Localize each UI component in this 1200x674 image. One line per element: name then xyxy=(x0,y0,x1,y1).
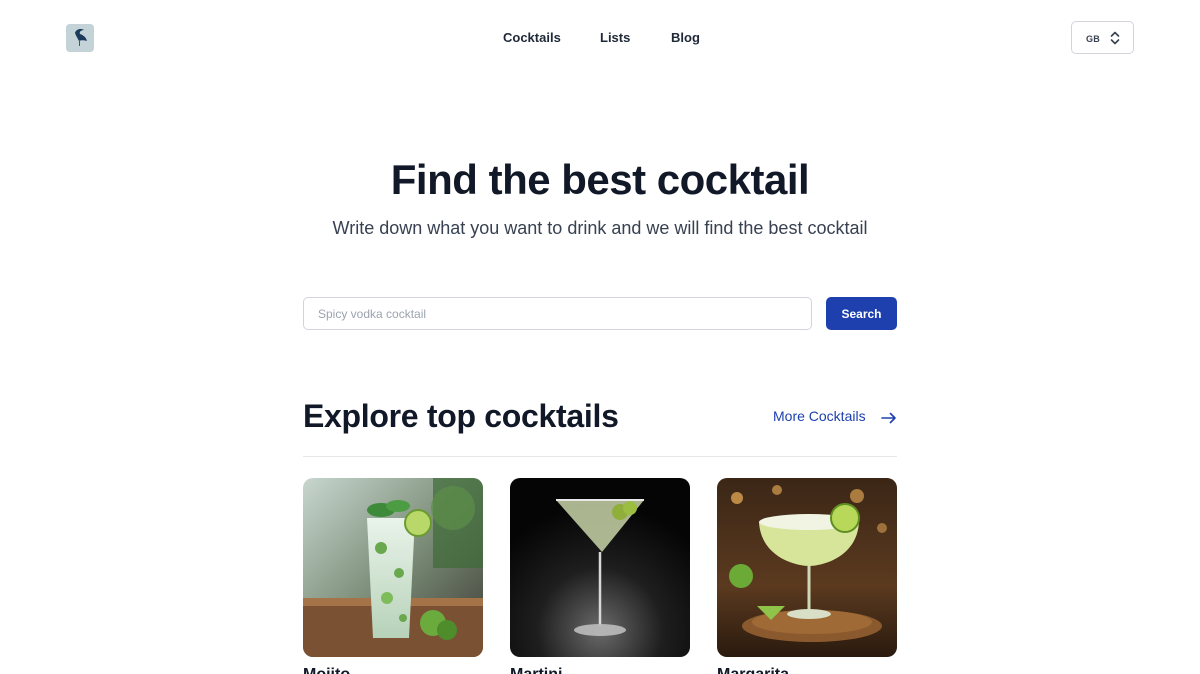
nav-cocktails-link[interactable]: Cocktails xyxy=(503,30,561,45)
nav-lists-link[interactable]: Lists xyxy=(600,30,630,45)
margarita-photo[interactable] xyxy=(717,478,897,657)
cocktail-name: Margarita xyxy=(717,666,789,674)
cocktail-card-martini[interactable]: Martini xyxy=(510,478,690,674)
cocktail-card-margarita[interactable]: Margarita xyxy=(717,478,897,674)
more-cocktails-label: More Cocktails xyxy=(773,408,866,424)
martini-photo[interactable] xyxy=(510,478,690,657)
section-title: Explore top cocktails xyxy=(303,398,619,434)
hero-subtitle: Write down what you want to drink and we… xyxy=(332,218,868,238)
nav-blog-link[interactable]: Blog xyxy=(671,30,700,45)
arrow-right-icon xyxy=(881,412,896,424)
bird-logo-icon[interactable] xyxy=(66,24,94,52)
search-button[interactable]: Search xyxy=(826,297,897,330)
cocktail-name: Martini xyxy=(510,666,562,674)
hero-title: Find the best cocktail xyxy=(390,156,810,203)
language-code: GB xyxy=(1086,34,1101,44)
mojito-photo[interactable] xyxy=(303,478,483,657)
section-divider xyxy=(303,456,897,457)
search-input[interactable] xyxy=(303,297,812,330)
chevron-up-down-icon xyxy=(1110,31,1120,45)
site-header: Cocktails Lists Blog GB xyxy=(0,0,1200,76)
language-select[interactable]: GB xyxy=(1071,21,1134,54)
more-cocktails-link[interactable]: More Cocktails xyxy=(773,408,896,424)
cocktail-card-mojito[interactable]: Mojito xyxy=(303,478,483,674)
cocktail-name: Mojito xyxy=(303,666,350,674)
